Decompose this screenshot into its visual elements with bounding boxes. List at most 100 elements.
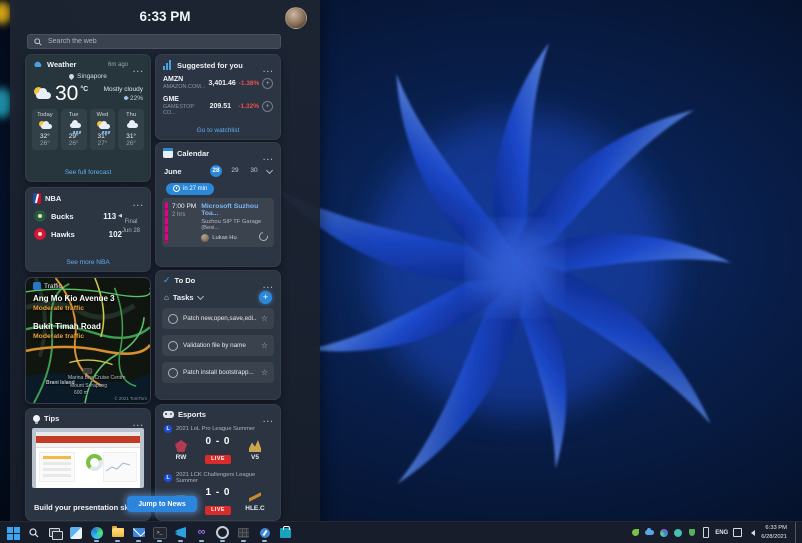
league-label: L 2021 LCK Challengers League Summer bbox=[156, 469, 280, 486]
task-item[interactable]: Patch install bootstrapp... ☆ bbox=[162, 362, 274, 383]
watchlist-add-icon[interactable] bbox=[262, 100, 273, 112]
mail-icon[interactable] bbox=[131, 525, 146, 542]
watchlist-add-icon[interactable] bbox=[262, 77, 274, 89]
map-label: Mount Serapong bbox=[70, 383, 107, 389]
see-more-nba-link[interactable]: See more NBA bbox=[26, 259, 150, 266]
team-row[interactable]: Bucks 113 ◀ bbox=[26, 207, 130, 225]
gamepad-icon bbox=[163, 411, 174, 418]
calendar-event[interactable]: 7:00 PM 2 hrs Microsoft Suzhou Toa... Su… bbox=[162, 197, 274, 247]
tips-caption: Build your presentation skills bbox=[34, 503, 140, 512]
stock-row[interactable]: GME GAMESTOP CO... 209.51 -1.32% bbox=[156, 93, 280, 119]
home-icon: ⌂ bbox=[164, 292, 169, 302]
taskbar-clock[interactable]: 6:33 PM 6/28/2021 bbox=[761, 524, 787, 541]
more-options-icon[interactable] bbox=[132, 415, 144, 423]
visual-studio-icon[interactable]: ∞ bbox=[194, 525, 209, 542]
nba-widget[interactable]: NBA Bucks 113◀ Hawks 102 Final Jun 28 Se… bbox=[25, 187, 151, 272]
task-list-name[interactable]: Tasks bbox=[173, 293, 194, 302]
taskbar-search-icon[interactable] bbox=[26, 525, 41, 540]
search-input[interactable] bbox=[46, 37, 274, 46]
team-row[interactable]: Hawks 102 bbox=[26, 225, 130, 243]
task-complete-circle[interactable] bbox=[168, 340, 178, 351]
hawks-logo-icon bbox=[34, 228, 46, 240]
precipitation: 22% bbox=[104, 95, 143, 102]
stock-row[interactable]: AMZN AMAZON.COM... 3,401.46 -1.38% bbox=[156, 73, 280, 93]
task-complete-circle[interactable] bbox=[168, 367, 178, 378]
month-label[interactable]: June bbox=[164, 167, 182, 176]
league-icon: L bbox=[164, 474, 172, 482]
file-explorer-icon[interactable] bbox=[110, 525, 125, 542]
stocks-widget[interactable]: Suggested for you AMZN AMAZON.COM... 3,4… bbox=[155, 54, 281, 140]
tips-thumbnail[interactable] bbox=[32, 428, 144, 488]
more-options-icon[interactable] bbox=[262, 149, 274, 157]
task-complete-circle[interactable] bbox=[168, 313, 178, 324]
onedrive-cloud-icon[interactable] bbox=[645, 528, 655, 537]
forecast-day[interactable]: Today 32° 26° bbox=[32, 109, 58, 150]
terminal-icon[interactable]: >_ bbox=[152, 525, 167, 542]
weather-widget[interactable]: Weather 6m ago Singapore 30 °C Mostly cl… bbox=[25, 54, 151, 182]
traffic-widget[interactable]: Traffic, Ang Mo Kio Avenue 3 Moderate tr… bbox=[25, 277, 151, 404]
tray-app-icon[interactable] bbox=[631, 528, 640, 537]
live-badge: LIVE bbox=[205, 454, 231, 464]
match-row[interactable]: RW 0 - 0 LIVE V5 bbox=[156, 435, 280, 469]
forecast-day[interactable]: Tue 29° 26° bbox=[60, 109, 87, 150]
task-item[interactable]: Patch new,open,save,edi... ☆ bbox=[162, 308, 274, 329]
more-options-icon[interactable] bbox=[262, 411, 274, 419]
go-to-watchlist-link[interactable]: Go to watchlist bbox=[156, 127, 280, 134]
clock-icon bbox=[173, 185, 180, 192]
feedback-hub-icon[interactable] bbox=[257, 525, 272, 542]
droplet-icon bbox=[123, 95, 129, 101]
road-status: Moderate traffic bbox=[33, 333, 84, 340]
more-options-icon[interactable] bbox=[262, 277, 274, 285]
panel-clock: 6:33 PM bbox=[139, 9, 191, 24]
todo-widget[interactable]: ✓ To Do ⌂ Tasks Patch new,open,save,edi.… bbox=[155, 270, 281, 400]
chevron-down-icon[interactable] bbox=[265, 166, 274, 174]
calendar-widget[interactable]: Calendar June 28 29 30 in 27 min 7:00 bbox=[155, 142, 281, 267]
tray-app-icon[interactable] bbox=[673, 528, 682, 537]
weather-location: Singapore bbox=[26, 72, 150, 81]
cloudy-icon bbox=[118, 120, 144, 132]
see-full-forecast-link[interactable]: See full forecast bbox=[26, 169, 150, 176]
temperature-unit[interactable]: °C bbox=[80, 86, 88, 93]
forecast-day[interactable]: Wed 31° 27° bbox=[89, 109, 116, 150]
office-app-icon[interactable] bbox=[236, 525, 251, 542]
network-icon[interactable] bbox=[733, 528, 743, 537]
task-star-icon[interactable]: ☆ bbox=[261, 368, 268, 377]
more-options-icon[interactable] bbox=[132, 195, 144, 203]
language-indicator[interactable]: ENG bbox=[715, 530, 728, 536]
desktop: 6:33 PM Weather 6m ago Singapore bbox=[0, 0, 802, 543]
gauge-chart bbox=[86, 454, 103, 471]
search-bar[interactable] bbox=[27, 34, 281, 49]
jump-to-news-button[interactable]: Jump to News bbox=[127, 496, 197, 512]
day-chip-selected[interactable]: 28 bbox=[210, 165, 222, 177]
edge-icon[interactable] bbox=[89, 525, 104, 542]
task-view-icon[interactable] bbox=[47, 525, 62, 540]
nba-logo-icon bbox=[33, 193, 41, 204]
vscode-icon[interactable] bbox=[173, 525, 188, 542]
forecast-day[interactable]: Thu 31° 26° bbox=[118, 109, 144, 150]
more-options-icon[interactable] bbox=[262, 61, 274, 69]
add-task-button[interactable] bbox=[259, 291, 272, 304]
location-pin-icon bbox=[68, 72, 76, 81]
show-desktop-button[interactable] bbox=[795, 522, 799, 543]
task-star-icon[interactable]: ☆ bbox=[261, 341, 268, 350]
team-rw-logo bbox=[175, 440, 187, 452]
day-chip[interactable]: 29 bbox=[229, 165, 241, 177]
event-reminder-pill[interactable]: in 27 min bbox=[166, 182, 215, 195]
map-label: Marina Bay Cruise Centre bbox=[68, 375, 126, 381]
pen-battery-icon[interactable] bbox=[701, 527, 710, 538]
task-star-icon[interactable]: ☆ bbox=[261, 314, 268, 323]
day-chip[interactable]: 30 bbox=[248, 165, 260, 177]
widgets-icon[interactable] bbox=[68, 525, 83, 540]
more-options-icon[interactable] bbox=[132, 61, 144, 69]
partly-sunny-icon bbox=[32, 120, 58, 132]
user-avatar[interactable] bbox=[285, 7, 307, 29]
store-icon[interactable] bbox=[278, 525, 293, 540]
chevron-down-icon[interactable] bbox=[196, 292, 204, 301]
settings-gear-icon[interactable] bbox=[215, 525, 230, 542]
start-button[interactable] bbox=[5, 525, 20, 540]
task-item[interactable]: Validation file by name ☆ bbox=[162, 335, 274, 356]
teams-icon[interactable] bbox=[659, 528, 668, 537]
volume-icon[interactable] bbox=[747, 528, 756, 537]
security-shield-icon[interactable] bbox=[687, 528, 696, 537]
weather-cloud-icon bbox=[34, 61, 42, 67]
